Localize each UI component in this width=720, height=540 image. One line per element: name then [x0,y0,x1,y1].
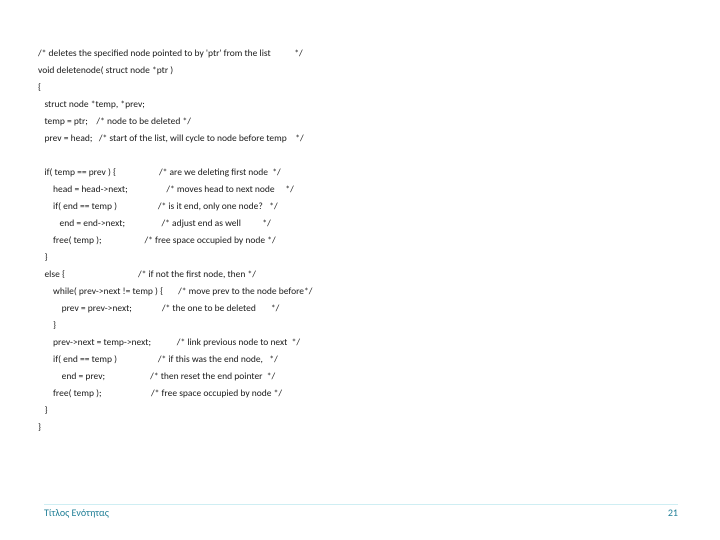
code-line: } [38,251,47,263]
code-line: else { /* if not the first node, then */ [38,268,256,280]
footer-divider [44,504,678,505]
code-line: } [38,319,56,331]
code-line: prev = prev->next; /* the one to be dele… [38,302,279,314]
code-line: end = end->next; /* adjust end as well *… [38,217,271,229]
footer-title: Τίτλος Ενότητας [44,506,109,519]
code-line: if( temp == prev ) { /* are we deleting … [38,166,281,178]
code-line: } [38,421,41,433]
code-line: free( temp ); /* free space occupied by … [38,387,282,399]
code-line: end = prev; /* then reset the end pointe… [38,370,275,382]
code-block: /* deletes the specified node pointed to… [38,28,660,436]
footer: Τίτλος Ενότητας 21 [0,506,720,526]
code-line: void deletenode( struct node *ptr ) [38,64,173,76]
code-line: struct node *temp, *prev; [38,98,145,110]
code-line: prev = head; /* start of the list, will … [38,132,304,144]
code-line: head = head->next; /* moves head to next… [38,183,294,195]
code-line: { [38,81,41,93]
page-number: 21 [668,506,678,519]
code-line: while( prev->next != temp ) { /* move pr… [38,285,312,297]
slide: /* deletes the specified node pointed to… [0,0,720,540]
code-line: if( end == temp ) /* if this was the end… [38,353,278,365]
code-line: } [38,404,47,416]
code-line: free( temp ); /* free space occupied by … [38,234,276,246]
code-line: /* deletes the specified node pointed to… [38,47,303,59]
code-line: if( end == temp ) /* is it end, only one… [38,200,278,212]
code-line: prev->next = temp->next; /* link previou… [38,336,300,348]
code-line: temp = ptr; /* node to be deleted */ [38,115,191,127]
